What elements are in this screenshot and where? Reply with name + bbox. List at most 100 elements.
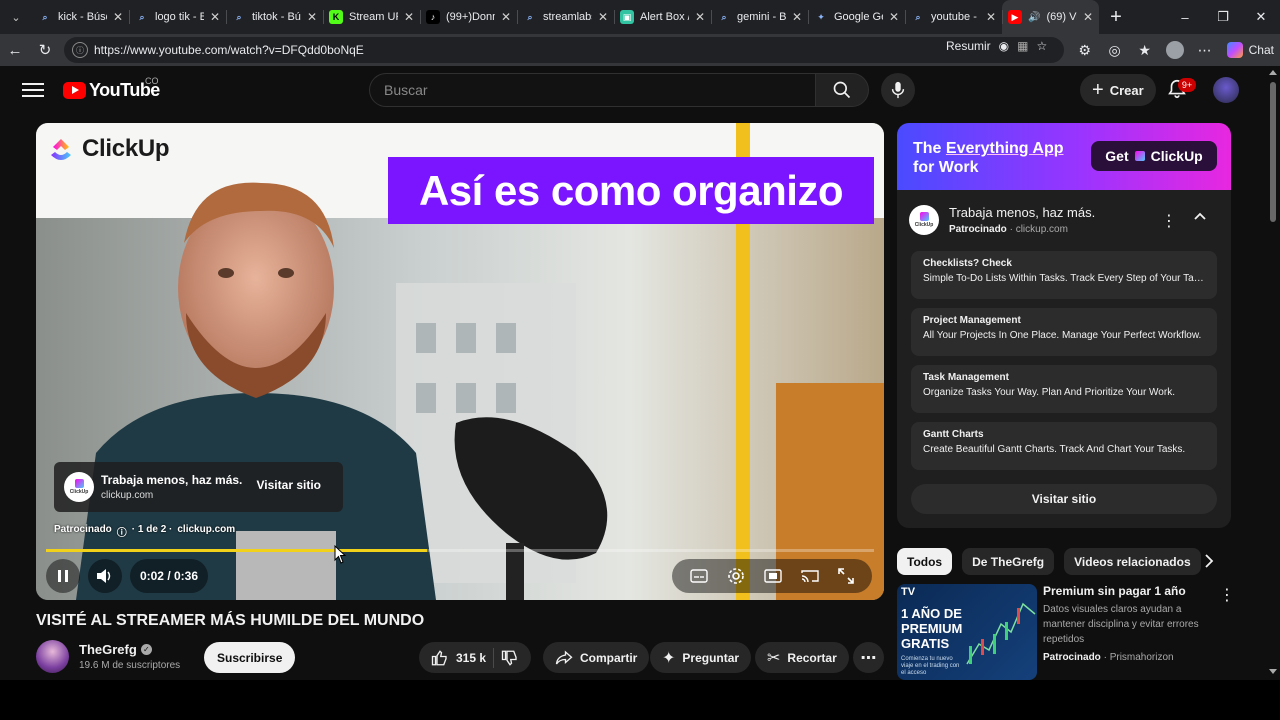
ad-overlay-card[interactable]: ClickUp Trabaja menos, haz más. clickup.… xyxy=(54,462,343,512)
copilot-icon xyxy=(1226,42,1243,58)
sponsor-logo[interactable]: ClickUp xyxy=(909,205,939,235)
browser-tab[interactable]: K Stream URL ✕ xyxy=(323,0,420,34)
browser-tab[interactable]: ▶ 🔊 (69) Vi ✕ xyxy=(1002,0,1099,34)
sitelink-item[interactable]: Checklists? Check Simple To-Do Lists With… xyxy=(911,251,1217,299)
sitelink-item[interactable]: Gantt Charts Create Beautiful Gantt Chart… xyxy=(911,422,1217,470)
theater-mode-icon[interactable] xyxy=(764,569,782,583)
maximize-icon[interactable]: ❐ xyxy=(1204,0,1242,34)
account-avatar[interactable] xyxy=(1213,77,1239,103)
apps-icon[interactable]: ▦ xyxy=(1017,39,1028,53)
browser-essentials-icon[interactable]: ◎ xyxy=(1101,36,1129,64)
tab-close-icon[interactable]: ✕ xyxy=(404,10,414,24)
favorite-star-icon[interactable]: ☆ xyxy=(1037,39,1048,53)
sitelink-item[interactable]: Project Management All Your Projects In O… xyxy=(911,308,1217,356)
more-actions-button[interactable]: ⋯ xyxy=(853,642,884,673)
microphone-icon xyxy=(891,81,905,99)
tab-audio-icon[interactable]: 🔊 xyxy=(1028,12,1040,23)
browser-tab[interactable]: ⌕ tiktok - Bús ✕ xyxy=(226,0,323,34)
back-icon[interactable]: ← xyxy=(0,35,30,65)
resumir-button[interactable]: Resumir ◉ ▦ ☆ xyxy=(946,39,1047,53)
share-arrow-icon xyxy=(555,650,573,664)
cast-icon[interactable] xyxy=(801,569,819,583)
ad-kebab-menu-icon[interactable]: ⋮ xyxy=(1161,211,1177,231)
browser-tab[interactable]: ⌕ gemini - B ✕ xyxy=(711,0,808,34)
progress-bar[interactable] xyxy=(46,549,874,552)
video-player[interactable]: ClickUp Así es como organizo ClickUp Tra… xyxy=(36,123,884,600)
ad-card-visit-button[interactable]: Visitar sitio xyxy=(257,478,321,492)
address-bar[interactable]: ⓘ https://www.youtube.com/watch?v=DFQdd0… xyxy=(64,37,1064,63)
new-tab-button[interactable]: + xyxy=(1099,0,1133,34)
search-button[interactable] xyxy=(815,73,869,107)
settings-gear-icon[interactable] xyxy=(727,567,745,585)
sponsor-title[interactable]: Trabaja menos, haz más. xyxy=(949,205,1095,220)
recommendation-kebab-icon[interactable]: ⋮ xyxy=(1219,585,1235,605)
ad-banner[interactable]: The Everything App for Work Get ClickUp xyxy=(897,123,1231,190)
tab-close-icon[interactable]: ✕ xyxy=(113,10,123,24)
browser-tab[interactable]: ✦ Google Ge ✕ xyxy=(808,0,905,34)
page-scrollbar[interactable] xyxy=(1266,66,1280,680)
channel-name[interactable]: TheGrefg xyxy=(79,642,137,657)
ad-info-icon[interactable]: ⓘ xyxy=(117,524,127,539)
recommendation-description: Datos visuales claros ayudan a mantener … xyxy=(1043,604,1199,645)
voice-search-button[interactable] xyxy=(881,73,915,107)
chips-next-chevron-icon[interactable] xyxy=(1202,553,1216,569)
sidebar-visit-button[interactable]: Visitar sitio xyxy=(911,484,1217,514)
volume-button[interactable] xyxy=(88,559,122,593)
tab-close-icon[interactable]: ✕ xyxy=(1083,10,1093,24)
tab-close-icon[interactable]: ✕ xyxy=(210,10,220,24)
favorites-icon[interactable]: ★ xyxy=(1131,36,1159,64)
tab-close-icon[interactable]: ✕ xyxy=(307,10,317,24)
sitelink-item[interactable]: Task Management Organize Tasks Your Way. … xyxy=(911,365,1217,413)
like-button[interactable]: 315 k xyxy=(431,649,486,667)
collapse-chevron-up-icon[interactable] xyxy=(1193,211,1207,221)
ask-button[interactable]: ✦ Preguntar xyxy=(650,642,752,673)
tab-close-icon[interactable]: ✕ xyxy=(598,10,608,24)
browser-tab[interactable]: ▣ Alert Box / ✕ xyxy=(614,0,711,34)
close-window-icon[interactable]: ✕ xyxy=(1242,0,1280,34)
browser-tab[interactable]: ⌕ streamlabs ✕ xyxy=(517,0,614,34)
browser-tab[interactable]: ♪ (99+)Donm ✕ xyxy=(420,0,517,34)
menu-hamburger-icon[interactable] xyxy=(22,80,44,100)
profile-icon[interactable] xyxy=(1161,36,1189,64)
tab-close-icon[interactable]: ✕ xyxy=(501,10,511,24)
fullscreen-icon[interactable] xyxy=(838,568,855,584)
youtube-logo[interactable]: YouTube CO xyxy=(63,76,160,101)
ad-domain[interactable]: clickup.com xyxy=(177,524,235,539)
subscribe-button[interactable]: Suscribirse xyxy=(204,642,296,673)
browser-tab[interactable]: ⌕ youtube - B ✕ xyxy=(905,0,1002,34)
pause-button[interactable] xyxy=(46,559,80,593)
tab-list: ⌕ kick - Búsq ✕ ⌕ logo tik - B ✕ ⌕ tiktok - Bús… xyxy=(32,0,1099,34)
banner-get-button[interactable]: Get ClickUp xyxy=(1091,141,1217,171)
clip-button[interactable]: ✂ Recortar xyxy=(755,642,849,673)
channel-avatar[interactable] xyxy=(36,640,69,673)
scroll-up-arrow-icon[interactable] xyxy=(1269,70,1277,75)
filter-chip[interactable]: De TheGrefg xyxy=(962,548,1055,575)
site-info-icon[interactable]: ⓘ xyxy=(72,42,88,58)
tab-search-chevron-icon[interactable]: ⌄ xyxy=(0,0,32,34)
browser-tab[interactable]: ⌕ kick - Búsq ✕ xyxy=(32,0,129,34)
create-button[interactable]: + Crear xyxy=(1080,74,1156,106)
scroll-down-arrow-icon[interactable] xyxy=(1269,669,1277,674)
more-menu-icon[interactable]: ⋯ xyxy=(1191,36,1219,64)
thumbs-down-icon[interactable] xyxy=(501,649,519,667)
scrollbar-thumb[interactable] xyxy=(1270,82,1276,222)
recommendation-thumbnail[interactable]: TV 1 AÑO DE PREMIUM GRATIS Comienza tu n… xyxy=(897,584,1037,680)
tab-close-icon[interactable]: ✕ xyxy=(986,10,996,24)
tab-close-icon[interactable]: ✕ xyxy=(792,10,802,24)
tab-title: tiktok - Bús xyxy=(252,11,301,23)
filter-chip[interactable]: Todos xyxy=(897,548,953,575)
tab-close-icon[interactable]: ✕ xyxy=(695,10,705,24)
banner-headline: The Everything App for Work xyxy=(913,139,1064,177)
minimize-icon[interactable]: – xyxy=(1166,0,1204,34)
browser-tab[interactable]: ⌕ logo tik - B ✕ xyxy=(129,0,226,34)
share-button[interactable]: Compartir xyxy=(543,642,650,673)
reload-icon[interactable]: ↻ xyxy=(30,35,60,65)
extensions-icon[interactable]: ⚙ xyxy=(1071,36,1099,64)
filter-chip[interactable]: Videos relacionados xyxy=(1064,548,1201,575)
recommendation-info[interactable]: Premium sin pagar 1 año Datos visuales c… xyxy=(1043,584,1213,663)
search-input[interactable] xyxy=(370,74,816,106)
subtitles-icon[interactable] xyxy=(689,569,708,583)
tab-close-icon[interactable]: ✕ xyxy=(889,10,899,24)
toolbar-actions: ⚙ ◎ ★ ⋯ Chat xyxy=(1071,34,1280,66)
copilot-chat-button[interactable]: Chat xyxy=(1226,42,1274,58)
